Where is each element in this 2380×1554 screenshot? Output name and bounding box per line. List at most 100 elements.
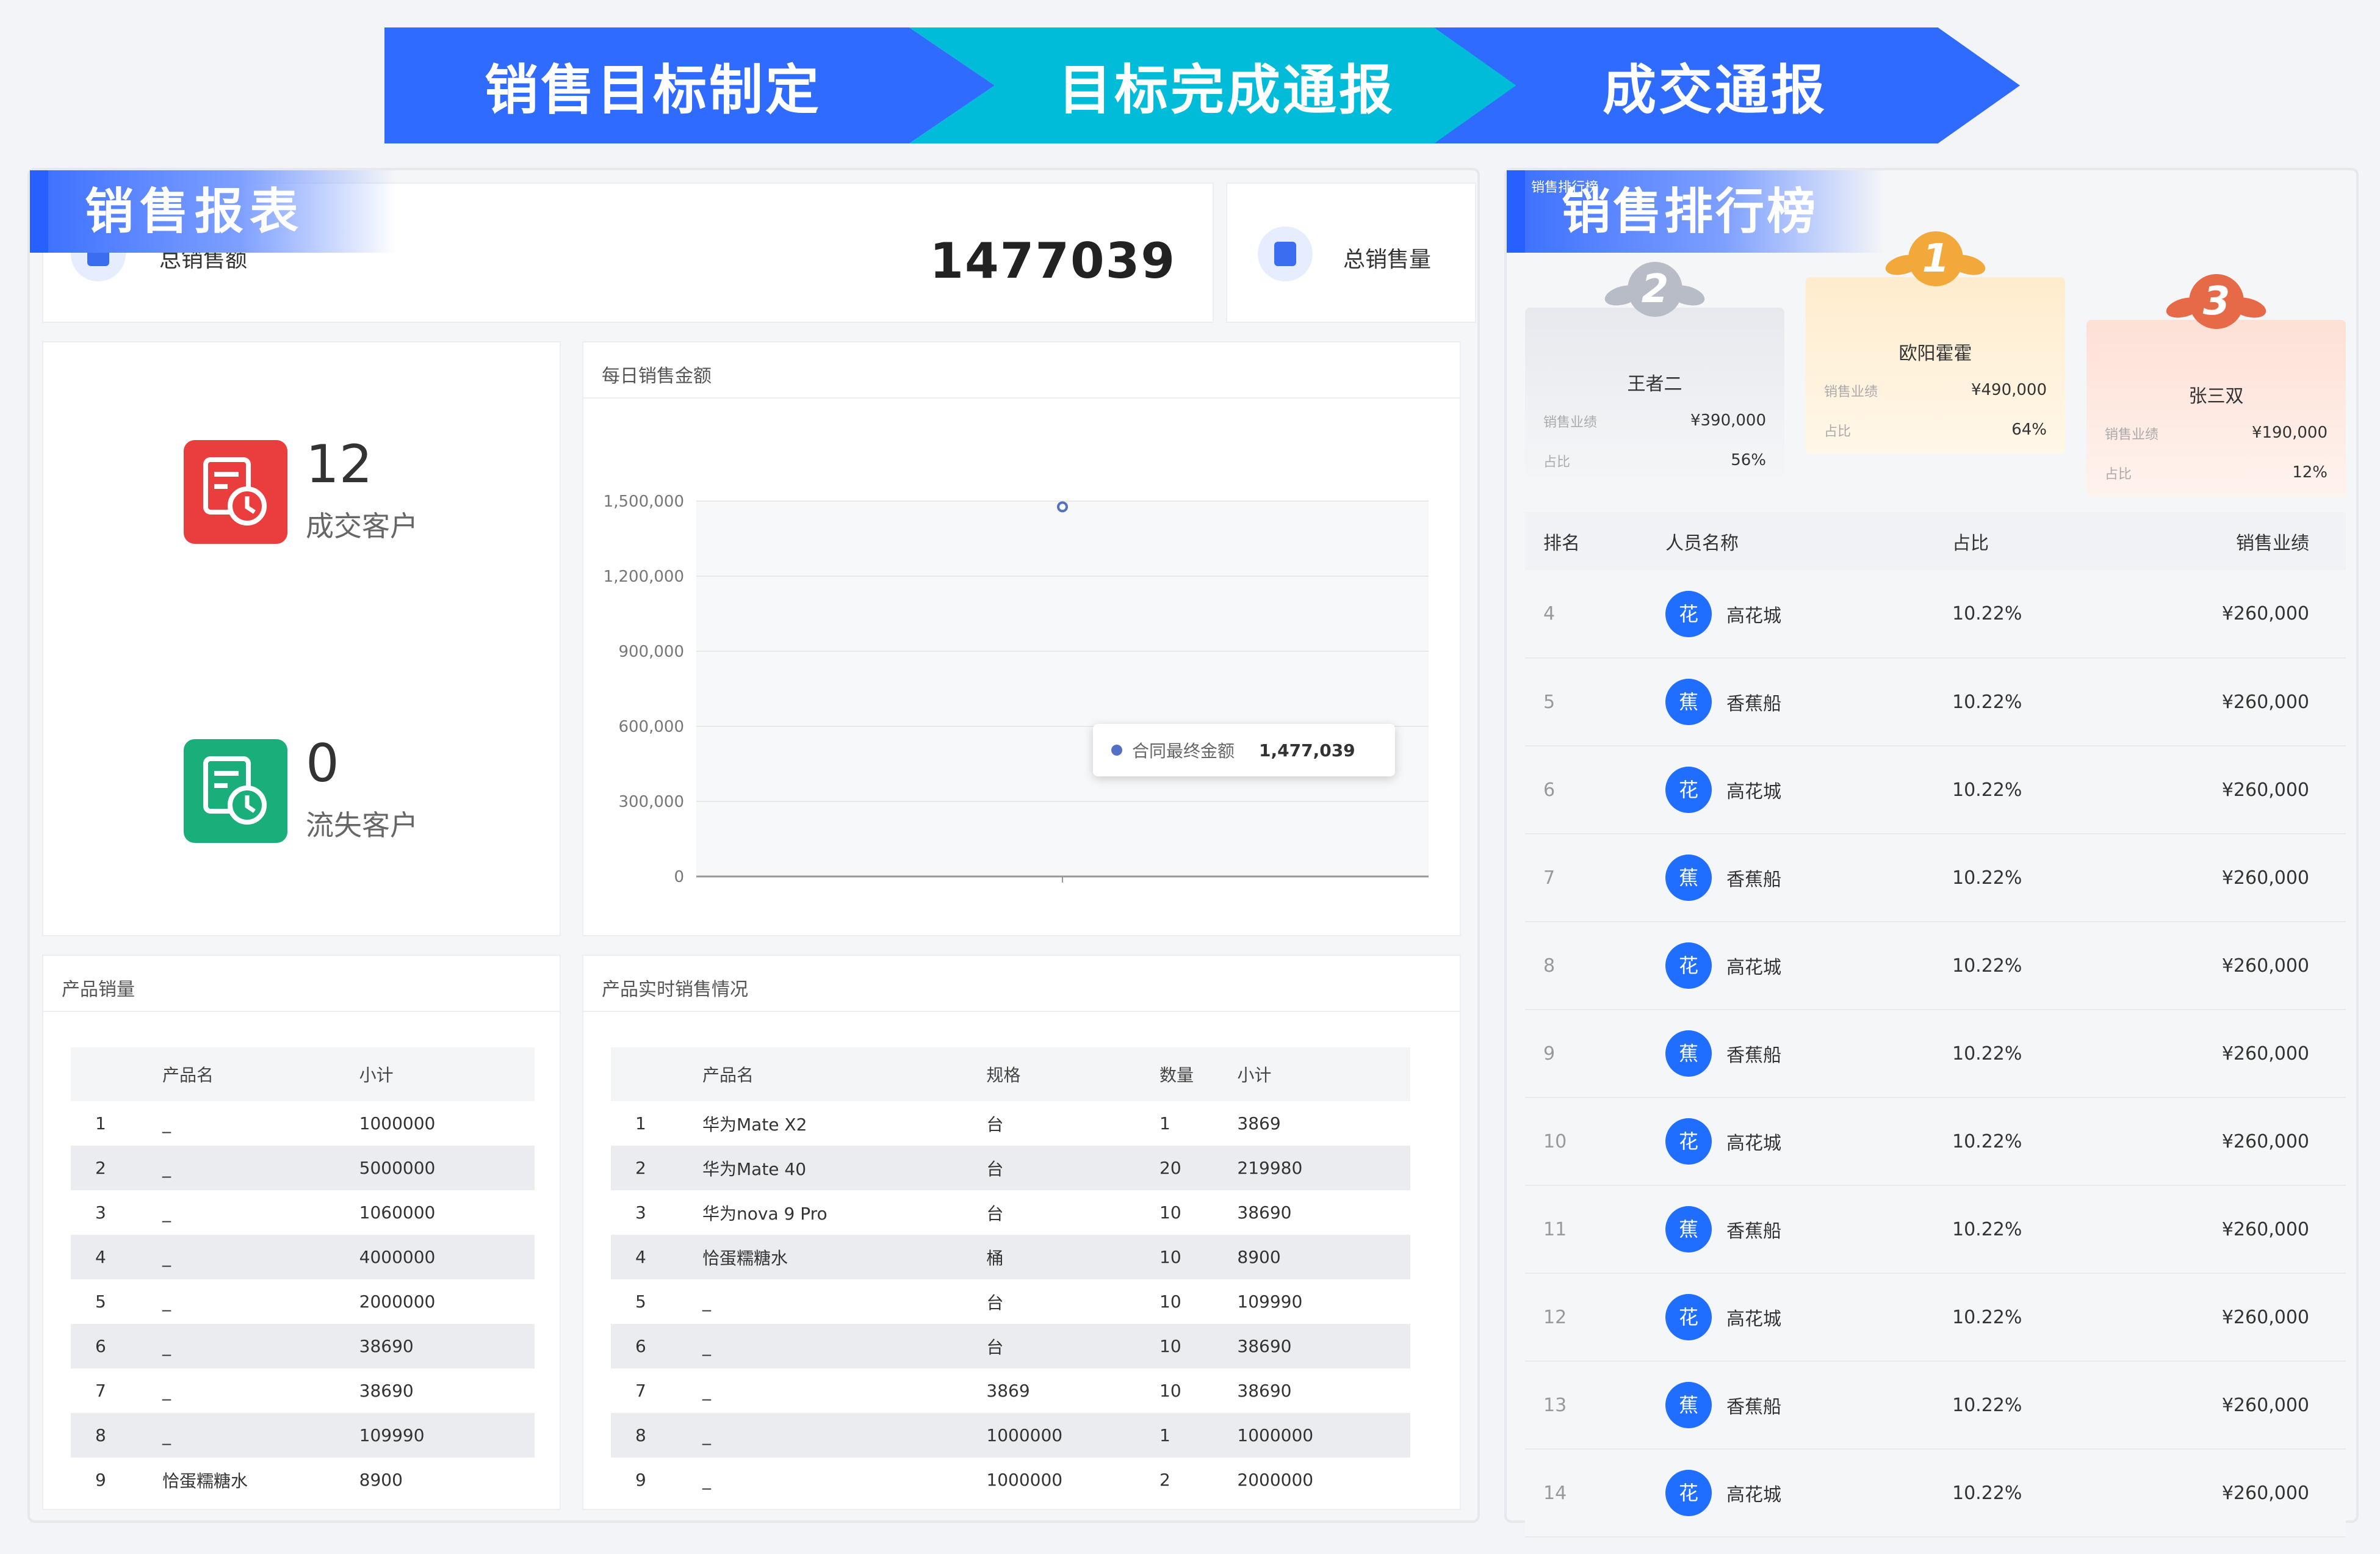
realtime-sales-table: 产品名 规格 数量 小计 1 华为Mate X2 台 1 3869 2 华为Mate 40 台 20 2… [611,1047,1410,1502]
ranking-row[interactable]: 4 花高花城 10.22% ¥260,000 [1525,570,2346,659]
table-cell: 华为Mate 40 [702,1146,987,1190]
ranking-row[interactable]: 6 花高花城 10.22% ¥260,000 [1525,746,2346,834]
podium-first: 1 欧阳霍霍 销售业绩 ¥490,000 占比 64% [1806,231,2065,454]
process-step-label: 目标完成通报 [1058,58,1395,121]
table-cell: 3869 [1237,1113,1281,1133]
table-header: 产品名 [702,1047,987,1101]
sales-ranking-tag: 销售排行榜 [1531,180,1599,195]
avatar: 花 [1665,1470,1712,1516]
table-cell: 恰蛋糯糖水 [162,1470,248,1491]
podium-name: 王者二 [1627,374,1682,395]
table-row[interactable]: 2 _ 5000000 [71,1146,535,1190]
process-step-completion-report[interactable]: 目标完成通报 [909,27,1520,143]
ranking-ratio: 10.22% [1952,922,2184,1010]
ranking-amount: ¥260,000 [2184,1185,2346,1274]
podium-ratio: 12% [2292,463,2328,482]
deal-customer-count: 12 [306,434,373,495]
ranking-person: 花高花城 [1665,1449,1952,1538]
table-row[interactable]: 3 _ 1060000 [71,1190,535,1235]
table-cell: 8 [71,1413,162,1458]
ranking-person-name: 高花城 [1726,1133,1781,1154]
table-row[interactable]: 2 华为Mate 40 台 20 219980 [611,1146,1410,1190]
ranking-ratio: 10.22% [1952,1273,2184,1362]
table-cell: 6 [611,1324,702,1368]
podium-ratio: 64% [2011,421,2047,439]
daily-sales-chart-card: 每日销售金额 0 300,000 600,000 900,000 1,200,000 1,… [582,341,1461,936]
data-point[interactable] [1057,501,1068,513]
table-row[interactable]: 6 _ 台 10 38690 [611,1324,1410,1368]
y-tick-label: 0 [674,868,684,886]
table-row[interactable]: 7 _ 3869 10 38690 [611,1368,1410,1413]
table-row[interactable]: 7 _ 38690 [71,1368,535,1413]
y-tick-label: 900,000 [618,643,684,661]
daily-sales-chart-title: 每日销售金额 [602,366,712,387]
table-cell: 1 [1159,1113,1170,1133]
table-row[interactable]: 8 _ 109990 [71,1413,535,1458]
ranking-rank: 9 [1525,1010,1665,1098]
ranking-row[interactable]: 13 蕉香蕉船 10.22% ¥260,000 [1525,1361,2346,1450]
table-cell: _ [162,1202,171,1223]
ranking-person: 花高花城 [1665,1097,1952,1186]
table-cell: 6 [71,1324,162,1368]
lost-customer-label: 流失客户 [306,809,418,842]
ranking-row[interactable]: 5 蕉香蕉船 10.22% ¥260,000 [1525,658,2346,746]
ranking-ratio: 10.22% [1952,1449,2184,1538]
avatar: 蕉 [1665,679,1712,725]
ranking-row[interactable]: 7 蕉香蕉船 10.22% ¥260,000 [1525,834,2346,922]
ranking-header-ratio: 占比 [1952,512,2184,570]
ranking-ratio: 10.22% [1952,1097,2184,1186]
table-row[interactable]: 4 恰蛋糯糖水桶 10 8900 [611,1235,1410,1279]
process-step-target-setting[interactable]: 销售目标制定 [384,27,995,143]
ranking-row[interactable]: 11 蕉香蕉船 10.22% ¥260,000 [1525,1185,2346,1274]
ranking-rank: 5 [1525,658,1665,746]
table-cell: 9 [635,1470,646,1490]
podium-perf: ¥390,000 [1690,411,1766,430]
ranking-rank: 6 [1525,746,1665,834]
bronze-medal-icon: 3 [2164,262,2268,347]
process-step-deal-report[interactable]: 成交通报 [1434,27,2020,143]
table-row[interactable]: 6 _ 38690 [71,1324,535,1368]
table-cell: 219980 [1237,1146,1410,1190]
podium-name: 张三双 [2188,386,2244,407]
table-cell: _ [162,1292,171,1312]
ranking-rank: 11 [1525,1185,1665,1274]
table-cell: 5 [635,1292,646,1312]
chart-tooltip: 合同最终金额 1,477,039 [1093,724,1395,776]
table-cell: 1060000 [359,1202,436,1223]
table-row[interactable]: 5 _ 2000000 [71,1279,535,1324]
ranking-row[interactable]: 10 花高花城 10.22% ¥260,000 [1525,1097,2346,1186]
ranking-amount: ¥260,000 [2184,658,2346,746]
ranking-ratio: 10.22% [1952,1185,2184,1274]
lost-customer-count: 0 [306,733,339,794]
ranking-person-name: 高花城 [1726,1309,1781,1330]
ranking-row[interactable]: 14 花高花城 10.22% ¥260,000 [1525,1449,2346,1538]
table-cell: 华为nova 9 Pro [702,1203,828,1224]
process-step-label: 销售目标制定 [484,58,821,121]
table-cell: 10 [1159,1292,1181,1312]
avatar: 花 [1665,942,1712,989]
lost-customer-icon [184,739,287,843]
table-header: 规格 [986,1047,1159,1101]
tooltip-series-value: 1,477,039 [1259,740,1355,761]
ranking-person: 蕉香蕉船 [1665,1361,1952,1450]
ranking-header-name: 人员名称 [1665,512,1952,570]
ranking-row[interactable]: 8 花高花城 10.22% ¥260,000 [1525,922,2346,1010]
table-cell: 台 [986,1146,1159,1190]
table-row[interactable]: 5 _ 台 10 109990 [611,1279,1410,1324]
ranking-ratio: 10.22% [1952,834,2184,922]
sales-report-panel: 总销售额 1477039 总销售量 销售报表 12 成交客户 0 流失客户 每日… [27,168,1480,1523]
table-row[interactable]: 9 _ 1000000 2 2000000 [611,1458,1410,1502]
table-row[interactable]: 1 _ 1000000 [71,1101,535,1146]
table-row[interactable]: 8 _ 1000000 1 1000000 [611,1413,1410,1458]
ranking-person-name: 香蕉船 [1726,1397,1781,1418]
ranking-row[interactable]: 12 花高花城 10.22% ¥260,000 [1525,1273,2346,1362]
ranking-ratio: 10.22% [1952,746,2184,834]
table-row[interactable]: 9 恰蛋糯糖水 8900 [71,1458,535,1502]
table-row[interactable]: 3 华为nova 9 Pro 台 10 38690 [611,1190,1410,1235]
table-cell: 台 [986,1114,1004,1135]
table-cell: 109990 [1237,1292,1303,1312]
ranking-row[interactable]: 9 蕉香蕉船 10.22% ¥260,000 [1525,1010,2346,1098]
table-cell: _ [702,1413,987,1458]
table-row[interactable]: 4 _ 4000000 [71,1235,535,1279]
table-row[interactable]: 1 华为Mate X2 台 1 3869 [611,1101,1410,1146]
